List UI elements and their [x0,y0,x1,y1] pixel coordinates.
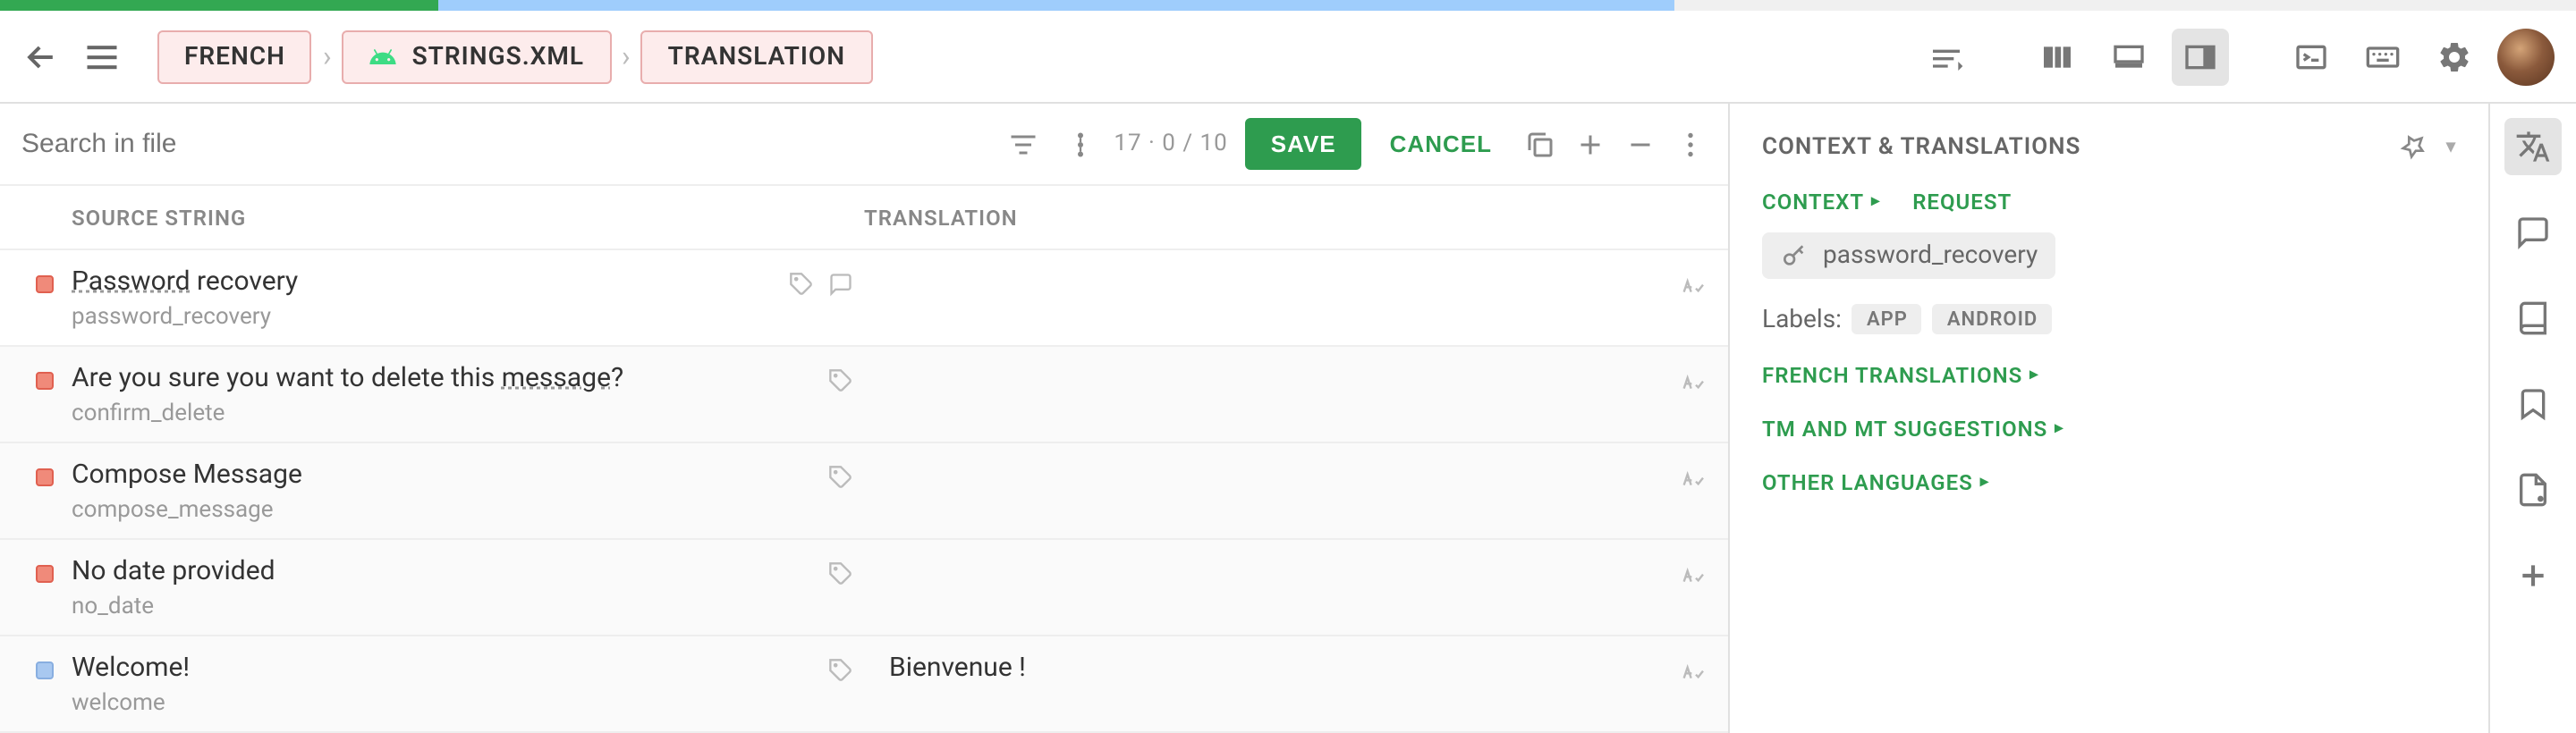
source-text: Password recovery [72,265,853,297]
table-row[interactable]: Compose Message compose_message [0,443,1728,540]
chevron-right-icon: › [622,39,631,73]
status-dot [36,275,54,293]
source-key: password_recovery [72,304,853,331]
avatar[interactable] [2497,28,2555,85]
key-icon [1780,241,1809,270]
breadcrumb-file-label: STRINGS.XML [412,42,584,71]
tag-icon[interactable] [828,368,853,393]
filter-icon[interactable] [1006,128,1038,160]
context-key-chip[interactable]: password_recovery [1762,232,2055,279]
save-button[interactable]: SAVE [1246,118,1361,170]
section-tm-mt[interactable]: TM AND MT SUGGESTIONS ▸ [1762,417,2456,442]
source-key: confirm_delete [72,400,853,427]
label-chip-android[interactable]: ANDROID [1933,304,2052,334]
spellcheck-icon[interactable] [1678,368,1707,397]
spellcheck-icon[interactable] [1678,658,1707,687]
tag-icon[interactable] [828,561,853,586]
context-panel: CONTEXT & TRANSLATIONS ▾ CONTEXT ▸ REQUE… [1730,104,2490,733]
search-input[interactable] [21,129,988,159]
translate-icon[interactable] [2504,118,2562,175]
tag-icon[interactable] [828,658,853,683]
header: FRENCH › STRINGS.XML › TRANSLATION [0,11,2576,104]
minus-icon[interactable] [1624,128,1657,160]
source-text: No date provided [72,554,853,586]
context-tab-context[interactable]: CONTEXT ▸ [1762,190,1880,215]
status-dot [36,468,54,486]
status-dot [36,372,54,390]
breadcrumb: FRENCH › STRINGS.XML › TRANSLATION [157,29,872,83]
spellcheck-icon[interactable] [1678,272,1707,300]
file-alert-icon[interactable] [2504,461,2562,518]
col-header-source: SOURCE STRING [0,205,864,230]
table-row[interactable]: No date provided no_date [0,540,1728,636]
book-icon[interactable] [2504,290,2562,347]
copy-icon[interactable] [1524,128,1556,160]
keyboard-icon[interactable] [2354,28,2411,85]
table-row[interactable]: Welcome! welcomeBienvenue ! [0,636,1728,733]
source-key: welcome [72,690,853,717]
context-tab-request[interactable]: REQUEST [1912,190,2012,215]
tag-icon[interactable] [789,272,814,297]
layout-bottom-icon[interactable] [2100,28,2157,85]
progress-bar [0,0,2576,11]
comment-icon[interactable] [2504,204,2562,261]
translation-text[interactable] [853,458,1678,524]
back-arrow-icon[interactable] [21,37,61,76]
chevron-right-icon: › [323,39,332,73]
breadcrumb-file[interactable]: STRINGS.XML [343,29,611,83]
menu-icon[interactable] [82,37,122,76]
translation-text[interactable] [853,554,1678,620]
gear-icon[interactable] [2426,28,2483,85]
comment-outline-icon[interactable] [828,272,853,297]
source-text: Welcome! [72,651,853,683]
dropdown-caret-icon[interactable]: ▾ [2446,137,2456,156]
status-dot [36,565,54,583]
layout-columns-icon[interactable] [2029,28,2086,85]
columns-header: SOURCE STRING TRANSLATION [0,186,1728,250]
table-row[interactable]: Are you sure you want to delete this mes… [0,347,1728,443]
hierarchy-icon[interactable] [1063,128,1096,160]
translation-text[interactable] [853,265,1678,331]
translation-text[interactable]: Bienvenue ! [853,651,1678,717]
add-panel-icon[interactable] [2504,547,2562,604]
pin-icon[interactable] [2400,132,2428,161]
section-other-languages[interactable]: OTHER LANGUAGES ▸ [1762,470,2456,495]
source-key: no_date [72,594,853,620]
word-count: 17 · 0 / 10 [1114,131,1227,157]
table-row[interactable]: Password recovery password_recovery [0,250,1728,347]
translation-text[interactable] [853,361,1678,427]
source-text: Compose Message [72,458,853,490]
col-header-translation: TRANSLATION [864,205,1728,230]
context-key-name: password_recovery [1823,241,2038,270]
label-chip-app[interactable]: APP [1852,304,1922,334]
labels-label: Labels: [1762,305,1842,333]
layout-right-icon[interactable] [2172,28,2229,85]
status-dot [36,661,54,679]
section-french-translations[interactable]: FRENCH TRANSLATIONS ▸ [1762,363,2456,388]
breadcrumb-mode[interactable]: TRANSLATION [641,29,872,83]
bookmark-icon[interactable] [2504,375,2562,433]
edit-list-icon[interactable] [1918,28,1975,85]
more-vert-icon[interactable] [1674,128,1707,160]
breadcrumb-language[interactable]: FRENCH [157,29,312,83]
context-title: CONTEXT & TRANSLATIONS [1762,133,2080,160]
tag-icon[interactable] [828,465,853,490]
plus-icon[interactable] [1574,128,1606,160]
editor-toolbar: 17 · 0 / 10 SAVE CANCEL [0,104,1728,186]
spellcheck-icon[interactable] [1678,561,1707,590]
source-key: compose_message [72,497,853,524]
cancel-button[interactable]: CANCEL [1390,131,1492,157]
spellcheck-icon[interactable] [1678,465,1707,493]
source-text: Are you sure you want to delete this mes… [72,361,853,393]
android-icon [369,42,398,71]
console-icon[interactable] [2283,28,2340,85]
